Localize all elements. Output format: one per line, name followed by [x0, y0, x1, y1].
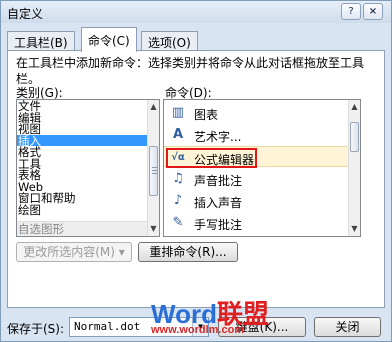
watermark-url: www.wordlm.com	[151, 324, 245, 336]
scroll-thumb[interactable]	[350, 122, 359, 152]
command-label: 插入声音	[194, 196, 243, 210]
command-item-wordart[interactable]: A 艺术字...	[164, 124, 348, 145]
save-in-label: 保存于(S):	[7, 322, 65, 336]
rearrange-commands-button[interactable]: 重排命令(R)...	[138, 242, 238, 262]
categories-list[interactable]: 文件 编辑 视图 插入 格式 工具 表格 Web 窗口和帮助 绘图 自选图形 ▲…	[16, 99, 160, 237]
command-item-handwriting[interactable]: ✎ 手写批注	[164, 212, 348, 233]
grip-line	[152, 167, 157, 168]
tab-options[interactable]: 选项(O)	[141, 31, 198, 51]
tab-strip: 工具栏(B) 命令(C) 选项(O)	[7, 27, 387, 52]
close-window-button[interactable]: ×	[363, 3, 383, 20]
save-in-value: Normal.dot	[74, 320, 141, 333]
scroll-down-icon[interactable]: ▼	[148, 222, 159, 236]
modify-selection-button[interactable]: 更改所选内容(M) ▾	[16, 242, 132, 262]
tab-commands[interactable]: 命令(C)	[81, 27, 137, 52]
commands-list[interactable]: ▥ 图表 A 艺术字... √α 公式编辑器 ♫ 声音批注 ♪ 插入声音 ✎ 手…	[163, 99, 361, 237]
title-bar: 自定义 ? ×	[1, 1, 391, 23]
scroll-down-icon[interactable]: ▼	[349, 222, 360, 236]
grip-line	[152, 173, 157, 174]
watermark-logo: Word联盟 www.wordlm.com	[151, 294, 331, 338]
scroll-up-icon[interactable]: ▲	[349, 100, 360, 114]
command-label: 图表	[194, 108, 219, 122]
scroll-thumb[interactable]	[149, 146, 158, 196]
wordart-icon: A	[172, 127, 184, 142]
instruction-text: 在工具栏中添加新命令：选择类别并将命令从此对话框拖放至工具栏。	[16, 56, 365, 86]
tab-toolbars[interactable]: 工具栏(B)	[7, 31, 75, 51]
command-item-chart[interactable]: ▥ 图表	[164, 102, 348, 123]
command-item-voice-comment[interactable]: ♫ 声音批注	[164, 168, 348, 189]
dialog-title: 自定义	[7, 7, 44, 21]
categories-scrollbar[interactable]: ▲ ▼	[147, 100, 159, 236]
category-item[interactable]: 文件	[17, 100, 159, 112]
scroll-up-icon[interactable]: ▲	[148, 100, 159, 114]
insert-sound-icon: ♪	[173, 193, 183, 208]
category-item[interactable]: 绘图	[17, 204, 159, 216]
commands-panel: 在工具栏中添加新命令：选择类别并将命令从此对话框拖放至工具栏。 类别(G): 命…	[7, 50, 385, 308]
chart-icon: ▥	[171, 105, 185, 120]
category-item[interactable]: 视图	[17, 123, 159, 135]
highlight-box	[166, 148, 257, 168]
category-item[interactable]: 格式	[17, 146, 159, 158]
help-button[interactable]: ?	[341, 3, 361, 20]
voice-comment-icon: ♫	[172, 171, 184, 186]
handwriting-icon: ✎	[172, 215, 184, 230]
command-label: 手写批注	[194, 218, 243, 232]
category-item[interactable]: 窗口和帮助	[17, 192, 159, 204]
category-item[interactable]: 表格	[17, 169, 159, 181]
commands-scrollbar[interactable]: ▲ ▼	[348, 100, 360, 236]
grip-line	[152, 170, 157, 171]
command-item-insert-sound[interactable]: ♪ 插入声音	[164, 190, 348, 211]
customize-dialog: 自定义 ? × 工具栏(B) 命令(C) 选项(O) 在工具栏中添加新命令：选择…	[0, 0, 392, 342]
category-item-partial[interactable]: 自选图形	[17, 221, 149, 236]
command-label: 声音批注	[194, 174, 243, 188]
command-item-equation-editor[interactable]: √α 公式编辑器	[164, 146, 348, 168]
command-label: 艺术字...	[194, 130, 242, 144]
